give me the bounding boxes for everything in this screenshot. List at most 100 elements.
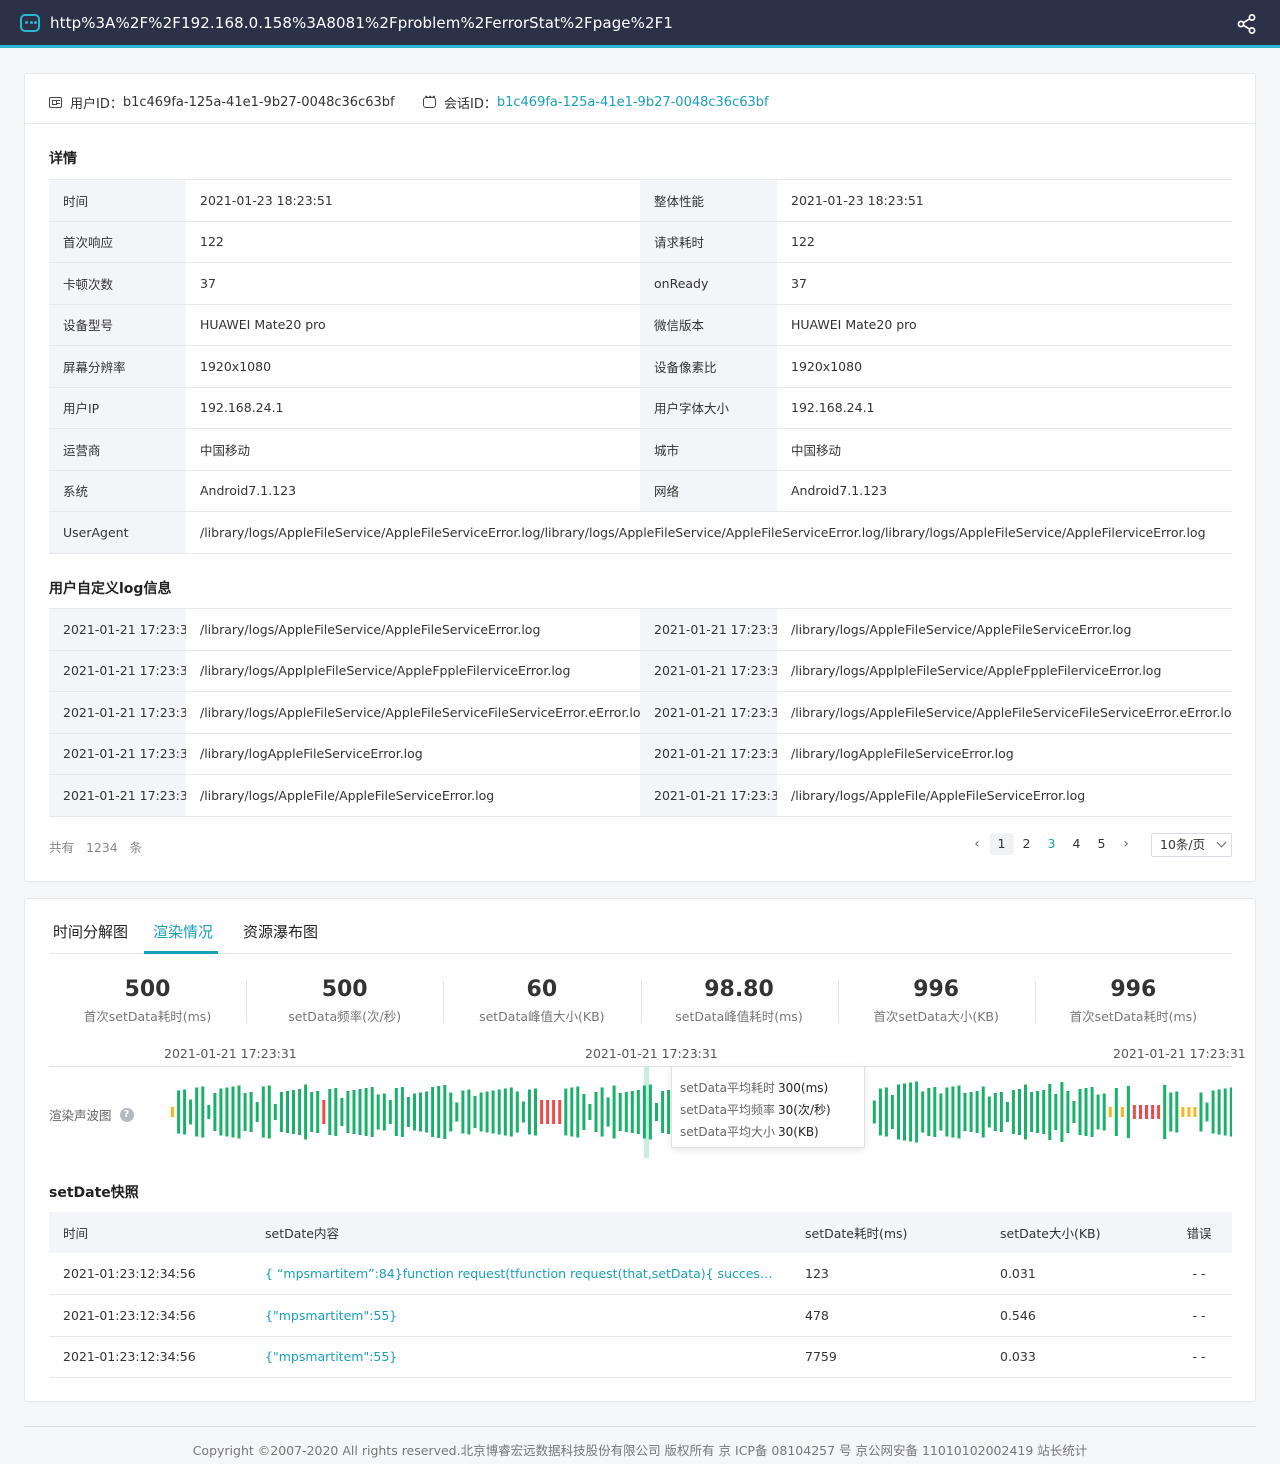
wave-bar <box>945 1087 949 1137</box>
wave-time-mid: 2021-01-21 17:23:31 <box>585 1046 718 1061</box>
wave-bar <box>400 1087 404 1137</box>
wave-bar <box>340 1098 344 1126</box>
session-id-link[interactable]: b1c469fa-125a-41e1-9b27-0048c36c63bf <box>497 95 769 110</box>
wave-bar <box>503 1088 507 1136</box>
wave-bar <box>1096 1094 1100 1130</box>
wave-bar <box>382 1093 386 1131</box>
wave-bar <box>207 1105 211 1119</box>
wave-bar <box>267 1085 271 1139</box>
useragent-key: UserAgent <box>49 511 186 554</box>
stat-label: 首次setData耗时(ms) <box>1069 1009 1198 1024</box>
snapshot-content-link[interactable]: {"mpsmartitem":55} <box>251 1294 791 1337</box>
page-5-button[interactable]: 5 <box>1090 833 1114 855</box>
snapshot-content-link[interactable]: {"mpsmartitem":55} <box>251 1336 791 1378</box>
wave-bar <box>1066 1091 1070 1133</box>
wave-bar <box>521 1101 525 1123</box>
stat-divider <box>837 981 839 1023</box>
page-4-button[interactable]: 4 <box>1065 833 1089 855</box>
wave-bar <box>1036 1091 1040 1133</box>
total-count: 共有 1234 条 <box>49 837 142 856</box>
stat-item: 500 首次setData耗时(ms) <box>49 977 246 1025</box>
wave-bar <box>588 1104 592 1120</box>
log-time: 2021-01-21 17:23:31 <box>49 732 186 775</box>
detail-key: 网络 <box>640 469 777 512</box>
snapshot-cost: 478 <box>791 1294 986 1337</box>
wave-bar <box>219 1088 223 1136</box>
wave-bar <box>872 1100 876 1124</box>
log-time: 2021-01-21 17:23:31 <box>640 649 777 692</box>
col-error: 错误 <box>1166 1212 1232 1253</box>
wave-bar <box>394 1088 398 1136</box>
wave-bar <box>1102 1093 1106 1131</box>
wave-bar <box>1229 1087 1232 1137</box>
snapshot-title: setDate快照 <box>49 1185 139 1201</box>
wave-bar <box>1120 1107 1124 1117</box>
detail-row: 首次响应 122 请求耗时 122 <box>49 220 1232 263</box>
detail-value: Android7.1.123 <box>186 469 640 512</box>
wave-bar <box>1145 1105 1148 1119</box>
wave-bar <box>999 1092 1003 1132</box>
detail-value: 37 <box>186 262 640 305</box>
detail-row: 系统 Android7.1.123 网络 Android7.1.123 <box>49 469 1232 512</box>
wave-bar <box>564 1088 568 1136</box>
user-id-value: b1c469fa-125a-41e1-9b27-0048c36c63bf <box>122 95 395 110</box>
stat-divider <box>640 981 642 1023</box>
wave-bar <box>909 1082 913 1142</box>
wave-bar <box>406 1097 410 1127</box>
wave-bar <box>425 1091 429 1133</box>
tooltip-label: setData平均耗时 <box>680 1081 775 1095</box>
wave-bar <box>1157 1105 1161 1119</box>
tooltip-value: 30(次/秒) <box>778 1103 831 1117</box>
page-2-button[interactable]: 2 <box>1015 833 1039 855</box>
wave-bar <box>249 1092 253 1132</box>
share-icon[interactable] <box>1236 13 1258 35</box>
wave-bar <box>661 1091 665 1133</box>
page-size-select[interactable]: 10条/页 <box>1151 833 1232 857</box>
page-1-button[interactable]: 1 <box>989 833 1014 855</box>
page-3-button[interactable]: 3 <box>1040 833 1064 855</box>
question-circle-icon[interactable]: ? <box>119 1107 134 1122</box>
wave-bar <box>1169 1092 1173 1132</box>
tooltip-label: setData平均大小 <box>680 1125 775 1139</box>
log-path: /library/logAppleFileServiceError.log <box>186 732 640 775</box>
wave-bar <box>1005 1102 1009 1122</box>
detail-key: 时间 <box>49 179 186 222</box>
wave-bar <box>195 1087 199 1137</box>
snapshot-row: 2021-01:23:12:34:56 {"mpsmartitem":55} 775… <box>49 1336 1232 1378</box>
stat-item: 996 首次setData耗时(ms) <box>1035 977 1232 1025</box>
log-time: 2021-01-21 17:23:31 <box>49 691 186 734</box>
tab-time-breakdown[interactable]: 时间分解图 <box>53 921 128 942</box>
tab-resource-waterfall[interactable]: 资源瀑布图 <box>243 921 318 942</box>
chevron-right-icon[interactable]: › <box>1114 836 1138 852</box>
wave-tooltip: setData平均耗时 300(ms) setData平均频率 30(次/秒) se… <box>671 1066 865 1148</box>
wave-bar <box>939 1093 943 1131</box>
tooltip-value: 30(KB) <box>778 1125 819 1139</box>
wave-bar <box>231 1086 235 1138</box>
log-time: 2021-01-21 17:23:31 <box>49 649 186 692</box>
detail-row: 用户IP 192.168.24.1 用户字体大小 192.168.24.1 <box>49 386 1232 429</box>
wave-bar <box>903 1083 906 1141</box>
tooltip-row: setData平均耗时 300(ms) <box>680 1077 856 1099</box>
log-time: 2021-01-21 17:23:31 <box>640 608 777 651</box>
tab-render[interactable]: 渲染情况 <box>153 921 213 942</box>
wave-bar <box>975 1091 979 1133</box>
wave-bar <box>951 1086 955 1138</box>
wave-bar <box>897 1084 900 1140</box>
wave-bar <box>1211 1090 1215 1134</box>
wave-time-start: 2021-01-21 17:23:31 <box>164 1046 297 1061</box>
log-path: /library/logs/ApplpleFileService/AppleFp… <box>777 649 1232 692</box>
snapshot-table: 时间 setDate内容 setDate耗时(ms) setDate大小(KB)… <box>49 1212 1232 1378</box>
wave-bar <box>419 1092 422 1132</box>
stat-item: 60 setData峰值大小(KB) <box>443 977 640 1025</box>
snapshot-time: 2021-01:23:12:34:56 <box>49 1294 251 1337</box>
wave-bar <box>1090 1087 1094 1137</box>
chevron-left-icon[interactable]: ‹ <box>965 836 989 852</box>
wave-bar <box>993 1093 997 1131</box>
snapshot-content-link[interactable]: { “mpsmartitem”:84}function request(tfun… <box>251 1253 791 1295</box>
log-time: 2021-01-21 17:23:31 <box>640 691 777 734</box>
wave-time-end: 2021-01-21 17:23:31 <box>1113 1046 1246 1061</box>
wave-bar <box>1011 1090 1015 1134</box>
wave-bar <box>364 1088 368 1136</box>
log-path: /library/logs/AppleFileService/AppleFile… <box>186 691 640 734</box>
app-icon[interactable] <box>20 14 40 32</box>
